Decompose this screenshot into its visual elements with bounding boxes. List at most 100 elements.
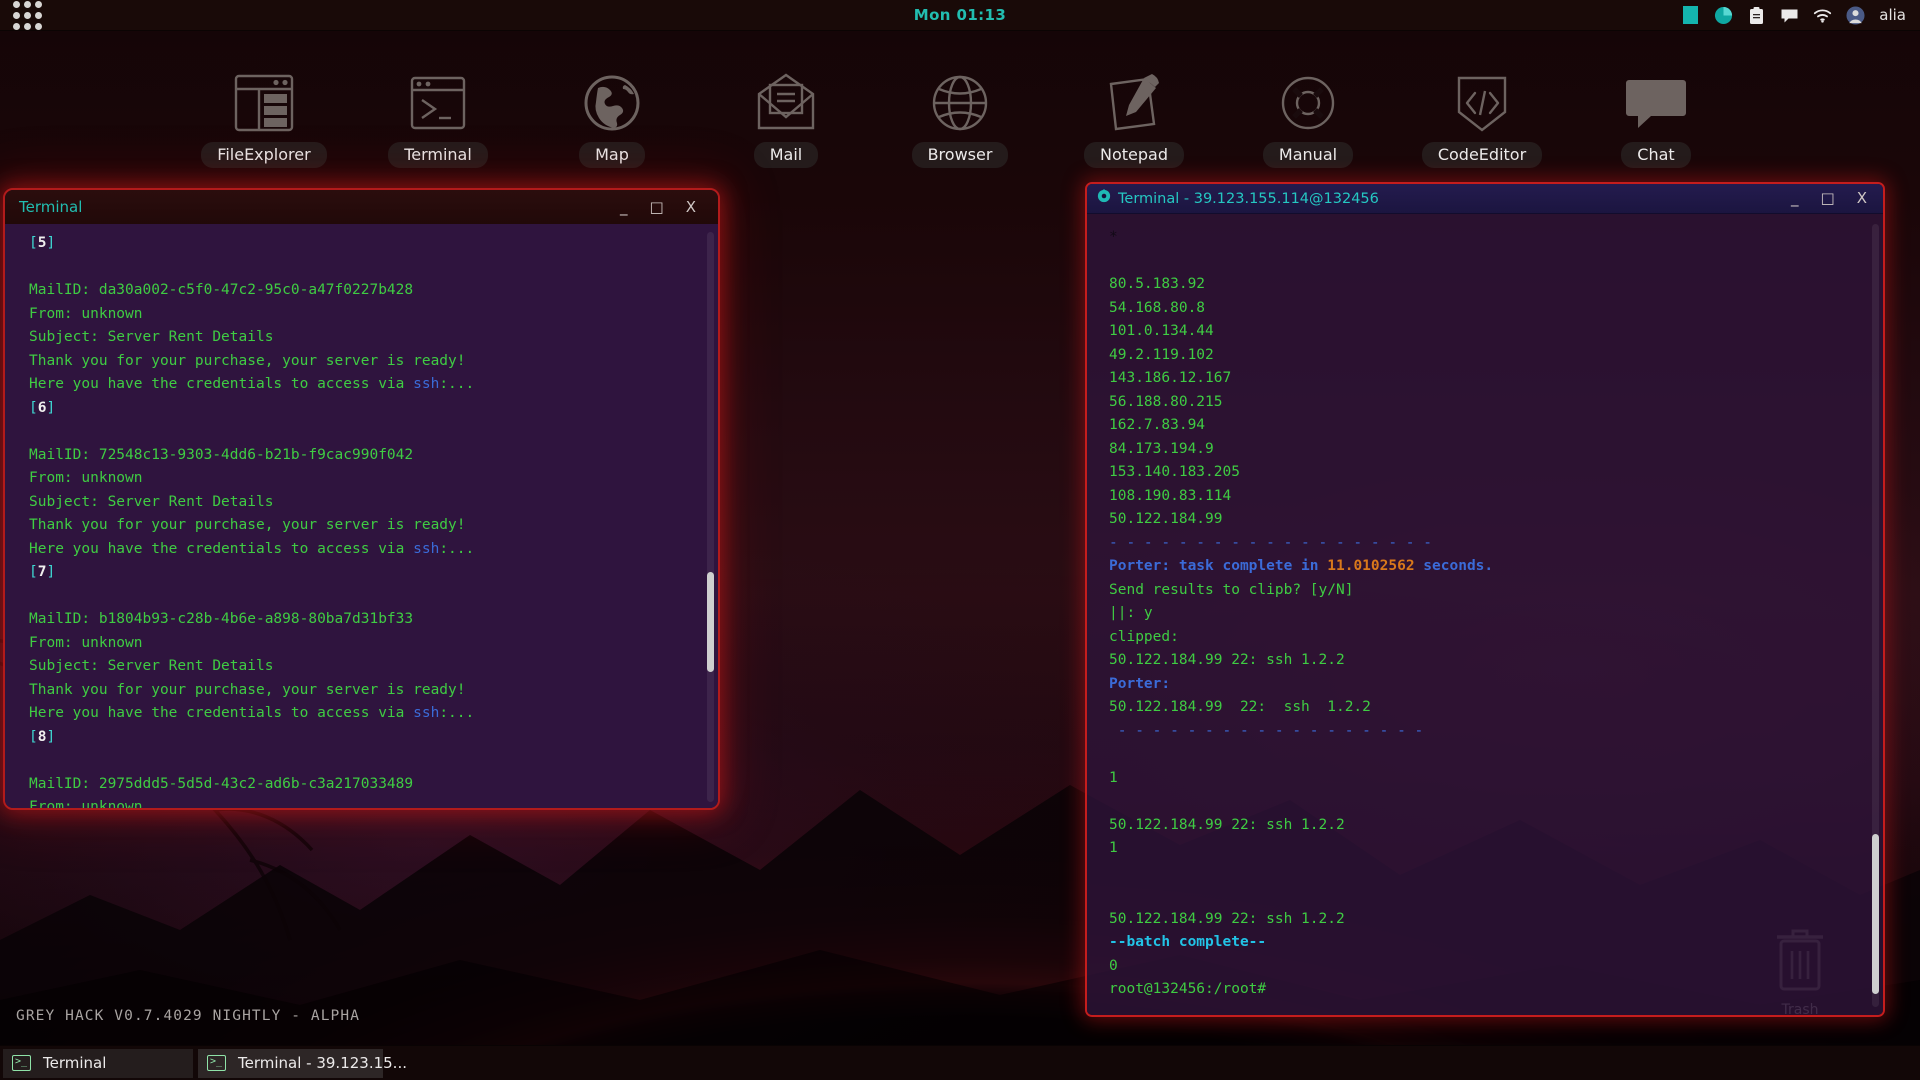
terminal-text: clipped: <box>1109 628 1179 645</box>
terminal-text: [ <box>29 399 38 416</box>
terminal-text: ] <box>46 235 56 251</box>
terminal-text: ssh <box>413 540 440 557</box>
terminal-line: * <box>1109 226 1863 250</box>
terminal-icon <box>12 1055 31 1071</box>
terminal-text: ] <box>46 399 56 416</box>
terminal-text: 84.173.194.9 <box>1109 440 1214 457</box>
terminal-line: Thank you for your purchase, your server… <box>29 514 700 538</box>
terminal-text: Subject: Server Rent Details <box>29 493 274 510</box>
terminal-line: MailID: da30a002-c5f0-47c2-95c0-a47f0227… <box>29 279 700 303</box>
terminal-text: :... <box>439 705 475 721</box>
window-title: Terminal - 39.123.155.114@132456 <box>1118 190 1379 207</box>
scrollbar-thumb-right[interactable] <box>1872 834 1879 994</box>
desktop-icon-terminal[interactable]: Terminal <box>351 62 525 168</box>
desktop-icon-chat[interactable]: Chat <box>1569 62 1743 168</box>
terminal-text: [ <box>29 564 38 580</box>
terminal-line: [7] <box>29 561 700 585</box>
desktop-icon-map[interactable]: Map <box>525 62 699 168</box>
terminal-line: 80.5.183.92 <box>1109 273 1863 297</box>
scrollbar-track-right[interactable] <box>1872 224 1879 1007</box>
desktop-icon-label: Browser <box>911 142 1009 168</box>
taskbar-item-label: Terminal <box>43 1054 107 1072</box>
terminal-line: 50.122.184.99 22: ssh 1.2.2 <box>1109 649 1863 673</box>
terminal-line: Subject: Server Rent Details <box>29 326 700 350</box>
desktop-icon-notepad[interactable]: Notepad <box>1047 62 1221 168</box>
terminal-text: 101.0.134.44 <box>1109 323 1214 339</box>
terminal-text: MailID: 2975ddd5-5d5d-43c2-ad6b-c3a21703… <box>29 775 414 792</box>
terminal-output-local[interactable]: [5] MailID: da30a002-c5f0-47c2-95c0-a47f… <box>5 224 718 808</box>
terminal-line: 1 <box>1109 767 1863 791</box>
terminal-icon <box>406 62 470 134</box>
desktop-icon-browser[interactable]: Browser <box>873 62 1047 168</box>
taskbar-item-terminal[interactable]: Terminal <box>3 1048 193 1078</box>
terminal-line: Thank you for your purchase, your server… <box>29 679 700 703</box>
terminal-line: From: unknown <box>29 632 700 656</box>
terminal-output-ssh[interactable]: * 80.5.183.92 54.168.80.8 101.0.134.44 49.2… <box>1087 214 1883 1015</box>
terminal-line: MailID: 2975ddd5-5d5d-43c2-ad6b-c3a21703… <box>29 773 700 797</box>
minimize-button[interactable]: _ <box>1791 191 1799 206</box>
desktop-icon-row: FileExplorer Terminal Map Mail Browser N… <box>0 62 1920 168</box>
terminal-line: From: unknown <box>29 303 700 327</box>
terminal-text: root@132456:/root# <box>1109 981 1267 997</box>
terminal-text: 80.5.183.92 <box>1109 276 1206 292</box>
terminal-text: 0 <box>1109 957 1118 974</box>
terminal-line: From: unknown <box>29 796 700 808</box>
minimize-button[interactable]: _ <box>620 199 628 215</box>
terminal-text: Subject: Server Rent Details <box>29 658 274 674</box>
scrollbar-thumb-left[interactable] <box>707 572 714 672</box>
terminal-line: Here you have the credentials to access … <box>29 702 700 726</box>
scrollbar-track-left[interactable] <box>707 232 714 802</box>
terminal-line: Thank you for your purchase, your server… <box>29 350 700 374</box>
desktop-icon-fileexplorer[interactable]: FileExplorer <box>177 62 351 168</box>
terminal-text: 50.122.184.99 22: ssh 1.2.2 <box>1109 652 1345 668</box>
terminal-line: Porter: <box>1109 673 1863 697</box>
maximize-button[interactable]: □ <box>1821 191 1835 206</box>
terminal-line: root@132456:/root# <box>1109 978 1863 1002</box>
terminal-line: 50.122.184.99 22: ssh 1.2.2 <box>1109 696 1863 720</box>
taskbar: Terminal Terminal - 39.123.15... <box>0 1045 1920 1080</box>
taskbar-item-label: Terminal - 39.123.15... <box>238 1054 407 1072</box>
life-ring-icon <box>1276 62 1340 134</box>
terminal-line: MailID: 72548c13-9303-4dd6-b21b-f9cac990… <box>29 444 700 468</box>
desktop-icon-mail[interactable]: Mail <box>699 62 873 168</box>
terminal-line: 0 <box>1109 955 1863 979</box>
desktop-icon-label: Notepad <box>1084 142 1184 168</box>
maximize-button[interactable]: □ <box>650 199 664 215</box>
gear-icon <box>1097 189 1111 208</box>
terminal-line: From: unknown <box>29 467 700 491</box>
terminal-line: 108.190.83.114 <box>1109 485 1863 509</box>
close-button[interactable]: X <box>686 199 696 215</box>
window-terminal-ssh[interactable]: Terminal - 39.123.155.114@132456 _ □ X *… <box>1085 182 1885 1017</box>
window-terminal-local[interactable]: Terminal _ □ X [5] MailID: da30a002-c5f0… <box>3 188 720 810</box>
terminal-line: 143.186.12.167 <box>1109 367 1863 391</box>
terminal-line: 162.7.83.94 <box>1109 414 1863 438</box>
terminal-text: 162.7.83.94 <box>1109 417 1206 433</box>
terminal-line: 153.140.183.205 <box>1109 461 1863 485</box>
close-button[interactable]: X <box>1857 191 1867 206</box>
terminal-text: ] <box>46 728 56 745</box>
window-title: Terminal <box>19 198 83 216</box>
terminal-line: --batch complete-- <box>1109 931 1863 955</box>
window-titlebar[interactable]: Terminal _ □ X <box>5 190 718 224</box>
terminal-text: [ <box>29 235 38 251</box>
desktop-icon-manual[interactable]: Manual <box>1221 62 1395 168</box>
terminal-text: * <box>1109 229 1118 245</box>
desktop-icon-codeeditor[interactable]: CodeEditor <box>1395 62 1569 168</box>
terminal-text: Thank you for your purchase, your server… <box>29 352 466 369</box>
taskbar-item-terminal-ssh[interactable]: Terminal - 39.123.15... <box>198 1048 407 1078</box>
terminal-text: - - - - - - - - - - - - - - - - - - <box>1109 722 1424 739</box>
terminal-text: Send results to clipb? [y/N] <box>1109 581 1354 598</box>
top-bar: Mon 01:13 alia <box>0 0 1920 31</box>
desktop-icon-label: Manual <box>1262 142 1354 168</box>
terminal-text: :... <box>439 376 475 392</box>
window-titlebar[interactable]: Terminal - 39.123.155.114@132456 _ □ X <box>1087 184 1883 214</box>
terminal-line: Subject: Server Rent Details <box>29 491 700 515</box>
terminal-line: clipped: <box>1109 626 1863 650</box>
terminal-text: From: unknown <box>29 799 143 808</box>
desktop-icon-label: CodeEditor <box>1421 142 1543 168</box>
window-controls: _ □ X <box>620 199 712 215</box>
